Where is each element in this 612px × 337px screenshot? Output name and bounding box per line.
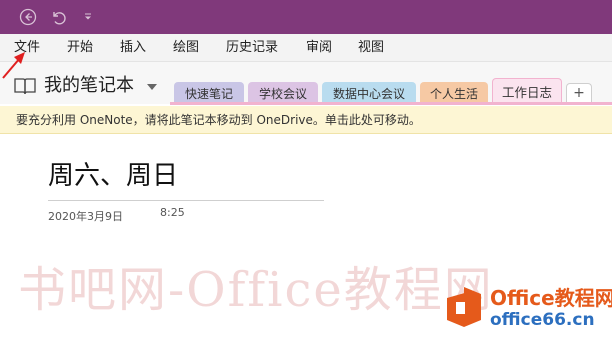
menu-view[interactable]: 视图	[358, 40, 384, 56]
section-tab-label: 数据中心会议	[332, 86, 405, 101]
plus-icon: +	[573, 85, 585, 101]
back-button[interactable]	[16, 5, 40, 29]
annotation-arrow-icon	[2, 52, 25, 79]
logo-title: Office教程网	[490, 286, 612, 310]
notebook-tab-row: 我的笔记本 快速笔记 学校会议 数据中心会议 个人生活 工作日志 +	[0, 62, 612, 104]
menu-history[interactable]: 历史记录	[226, 40, 278, 56]
section-tab-quick-notes[interactable]: 快速笔记	[174, 82, 244, 104]
info-bar[interactable]: 要充分利用 OneNote，请将此笔记本移动到 OneDrive。单击此处可移动…	[0, 106, 612, 134]
section-tab-school-meetings[interactable]: 学校会议	[248, 82, 318, 104]
add-section-button[interactable]: +	[566, 83, 592, 102]
back-arrow-icon	[19, 8, 37, 26]
menu-home[interactable]: 开始	[67, 40, 93, 56]
undo-button[interactable]	[46, 5, 70, 29]
watermark-text: 书吧网-Office教程网	[18, 262, 494, 318]
title-bar	[0, 0, 612, 34]
menu-insert[interactable]: 插入	[120, 40, 146, 56]
menu-review[interactable]: 审阅	[306, 40, 332, 56]
section-tab-label: 快速笔记	[184, 86, 233, 101]
page-time: 8:25	[160, 206, 185, 219]
page-title[interactable]: 周六、周日	[48, 160, 178, 192]
page-date: 2020年3月9日	[48, 210, 123, 223]
section-tab-personal-life[interactable]: 个人生活	[420, 82, 488, 104]
section-tab-label: 工作日志	[501, 85, 552, 100]
menu-draw[interactable]: 绘图	[173, 40, 199, 56]
caret-down-icon[interactable]	[147, 84, 157, 90]
undo-icon	[53, 12, 66, 25]
logo-url: office66.cn	[490, 310, 595, 330]
ribbon-menu: 文件 开始 插入 绘图 历史记录 审阅 视图	[0, 34, 612, 62]
active-section-underline	[170, 102, 612, 105]
section-tab-work-log[interactable]: 工作日志	[492, 78, 562, 104]
section-tab-datacenter-meetings[interactable]: 数据中心会议	[322, 82, 416, 104]
office-logo-icon	[447, 287, 481, 327]
title-divider	[48, 200, 324, 201]
section-tab-label: 个人生活	[429, 86, 478, 101]
notebook-selector[interactable]: 我的笔记本	[44, 75, 134, 97]
chevron-down-icon	[85, 13, 91, 20]
section-tab-label: 学校会议	[258, 86, 307, 101]
quick-access-customize-button[interactable]	[76, 5, 100, 29]
info-bar-message[interactable]: 要充分利用 OneNote，请将此笔记本移动到 OneDrive。单击此处可移动…	[16, 113, 421, 127]
